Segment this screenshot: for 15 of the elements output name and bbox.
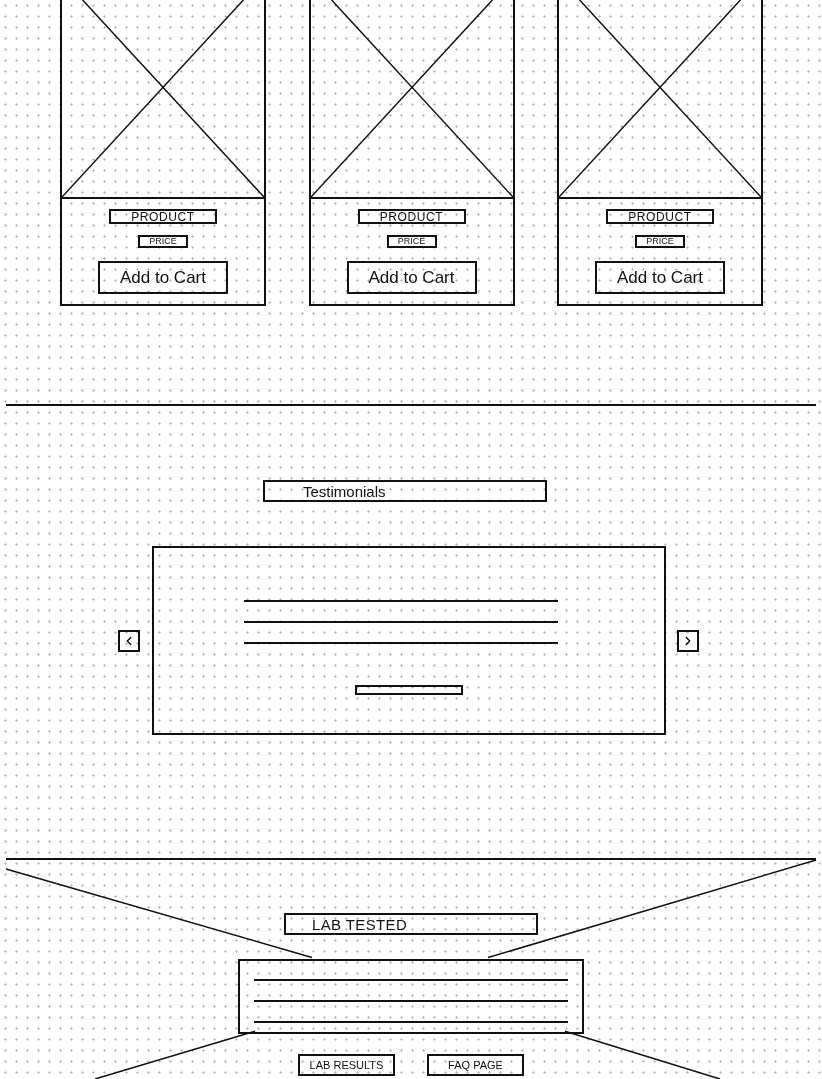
product-name: PRODUCT bbox=[109, 209, 217, 224]
product-name: PRODUCT bbox=[357, 209, 466, 224]
lab-results-button[interactable]: LAB RESULTS bbox=[298, 1054, 395, 1076]
product-price: PRICE bbox=[138, 235, 188, 248]
previous-button[interactable] bbox=[118, 629, 140, 652]
testimonials-heading: Testimonials bbox=[263, 480, 547, 502]
faq-page-button[interactable]: FAQ PAGE bbox=[427, 1054, 524, 1076]
product-price: PRICE bbox=[386, 235, 437, 248]
add-to-cart-button[interactable]: Add to Cart bbox=[346, 261, 477, 294]
product-price: PRICE bbox=[635, 235, 685, 248]
next-button[interactable] bbox=[677, 629, 699, 652]
lab-tested-heading: LAB TESTED bbox=[284, 913, 538, 935]
add-to-cart-button[interactable]: Add to Cart bbox=[595, 261, 725, 294]
product-name: PRODUCT bbox=[606, 209, 714, 224]
add-to-cart-button[interactable]: Add to Cart bbox=[98, 261, 228, 294]
